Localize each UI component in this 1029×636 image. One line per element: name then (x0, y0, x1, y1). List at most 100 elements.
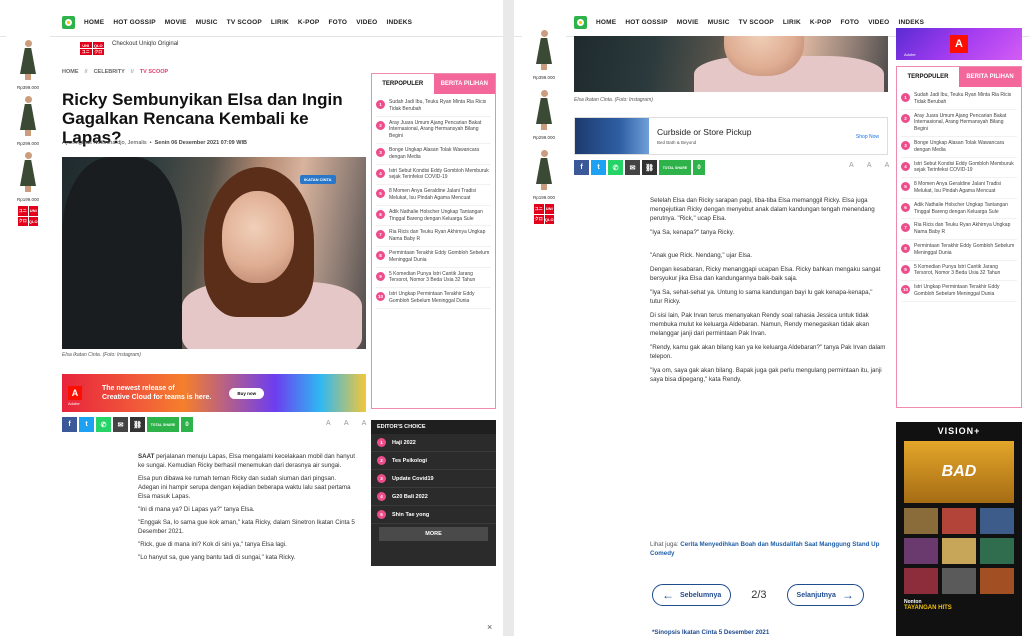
product-rail-ad[interactable]: Rp399.000 Rp299.000 Rp199.000 ユニ UNI クロ QL… (522, 30, 566, 268)
tab-berita-pilihan[interactable]: BERITA PILIHAN (959, 67, 1021, 87)
product-item[interactable]: Rp199.000 (11, 152, 45, 202)
nav-kpop[interactable]: K-POP (810, 19, 832, 26)
editors-choice-item[interactable]: 4 G20 Bali 2022 (371, 488, 496, 506)
product-item[interactable]: Rp399.000 (11, 40, 45, 90)
facebook-share-icon[interactable]: f (62, 417, 77, 432)
twitter-share-icon[interactable]: t (79, 417, 94, 432)
breadcrumb: HOME//CELEBRITY//TV SCOOP (62, 69, 169, 75)
next-page-button[interactable]: Selanjutnya → (786, 584, 864, 606)
nav-kpop[interactable]: K-POP (298, 19, 320, 26)
twitter-share-icon[interactable]: t (591, 160, 606, 175)
site-logo[interactable] (62, 15, 75, 29)
uniqlo-logo[interactable]: ユニ UNI クロ QLO (18, 206, 38, 226)
product-item[interactable]: Rp299.000 (527, 90, 561, 140)
popular-item-title: Adik Nathalie Holscher Ungkap Tantangan … (914, 201, 1008, 215)
product-price: Rp299.000 (16, 141, 40, 146)
nav-home[interactable]: HOME (596, 19, 616, 26)
rank-badge: 7 (901, 223, 910, 233)
nav-movie[interactable]: MOVIE (165, 19, 187, 26)
popular-list-item[interactable]: 6 Adik Nathalie Holscher Ungkap Tantangan… (376, 206, 491, 227)
editors-choice-item[interactable]: 2 Tes Psikologi (371, 452, 496, 470)
email-share-icon[interactable]: ✉ (625, 160, 640, 175)
breadcrumb-celebrity[interactable]: CELEBRITY (94, 69, 125, 75)
article-photo: IKATAN CINTA (62, 157, 366, 349)
breadcrumb-home[interactable]: HOME (62, 69, 79, 75)
site-logo[interactable] (574, 15, 587, 29)
copy-link-icon[interactable]: ⛓ (642, 160, 657, 175)
nav-foto[interactable]: FOTO (328, 19, 347, 26)
copy-link-icon[interactable]: ⛓ (130, 417, 145, 432)
popular-list-item[interactable]: 8 Permintaan Terakhir Eddy Gombloh Sebelu… (376, 247, 491, 268)
popular-item-title: Ria Ricis dan Teuku Ryan Akhirnya Ungkap… (914, 222, 1011, 236)
popular-list-item[interactable]: 2 Aray Juara Umum Ajang Pencarian Bakat I… (376, 117, 491, 144)
editors-choice-item[interactable]: 1 Haji 2022 (371, 434, 496, 452)
popular-list-item[interactable]: 1 Sudah Jadi Ibu, Teuku Ryan Minta Ria Ri… (901, 89, 1017, 110)
email-share-icon[interactable]: ✉ (113, 417, 128, 432)
tab-berita-pilihan[interactable]: BERITA PILIHAN (433, 74, 495, 94)
more-button[interactable]: MORE (379, 527, 488, 541)
popular-list-item[interactable]: 2 Aray Juara Umum Ajang Pencarian Bakat I… (901, 110, 1017, 137)
font-size-controls[interactable]: A A A (849, 162, 895, 169)
nav-hot-gossip[interactable]: HOT GOSSIP (625, 19, 667, 26)
rank-badge: 2 (376, 120, 385, 130)
popular-list-item[interactable]: 5 8 Momen Anya Geraldine Jalani Tradisi M… (901, 178, 1017, 199)
nav-tv-scoop[interactable]: TV SCOOP (227, 19, 262, 26)
uniqlo-logo[interactable]: ユニ UNI クロ QLO (534, 204, 554, 224)
nav-movie[interactable]: MOVIE (677, 19, 699, 26)
popular-list-item[interactable]: 3 Bonge Ungkap Alasan Tolak Wawancara den… (376, 144, 491, 165)
vision-plus-ad[interactable]: VISION+ BAD Nonton TAYANGAN HITS (896, 422, 1022, 636)
editors-choice-item[interactable]: 3 Update Covid19 (371, 470, 496, 488)
nav-video[interactable]: VIDEO (868, 19, 889, 26)
popular-list-item[interactable]: 5 8 Momen Anya Geraldine Jalani Tradisi M… (376, 185, 491, 206)
nav-indeks[interactable]: INDEKS (386, 19, 412, 26)
popular-list-item[interactable]: 7 Ria Ricis dan Teuku Ryan Akhirnya Ungka… (901, 219, 1017, 240)
nav-music[interactable]: MUSIC (708, 19, 730, 26)
popular-list-item[interactable]: 8 Permintaan Terakhir Eddy Gombloh Sebelu… (901, 240, 1017, 261)
whatsapp-share-icon[interactable]: ✆ (96, 417, 111, 432)
popular-list-item[interactable]: 9 5 Komedian Punya Istri Cantik Jarang Te… (376, 268, 491, 289)
close-icon[interactable]: × (487, 622, 492, 632)
tab-terpopuler[interactable]: TERPOPULER (897, 67, 959, 87)
previous-page-button[interactable]: ← Sebelumnya (652, 584, 732, 606)
popular-list-item[interactable]: 3 Bonge Ungkap Alasan Tolak Wawancara den… (901, 137, 1017, 158)
buy-now-button[interactable]: Buy now (229, 387, 265, 399)
nav-foto[interactable]: FOTO (840, 19, 859, 26)
adobe-banner-ad[interactable]: A Adobe The newest release of Creative C… (62, 374, 366, 412)
rank-badge: 10 (376, 292, 385, 302)
uniqlo-small-logo[interactable]: UNI QLO ユニ クロ (80, 42, 104, 55)
rank-badge: 1 (901, 93, 910, 102)
shop-now-link[interactable]: Shop Now (856, 134, 879, 140)
popular-list-item[interactable]: 4 Istri Sebut Kondisi Eddy Gombloh Membur… (901, 158, 1017, 179)
nav-lirik[interactable]: LIRIK (271, 19, 289, 26)
product-rail-ad[interactable]: Rp399.000 Rp299.000 Rp199.000 ユニ UNI クロ QL… (6, 36, 50, 268)
popular-list-item[interactable]: 9 5 Komedian Punya Istri Cantik Jarang Te… (901, 261, 1017, 282)
rank-badge: 7 (376, 230, 385, 240)
checkout-uniqlo-link[interactable]: Checkout Uniqlo Original (112, 41, 178, 47)
tab-terpopuler[interactable]: TERPOPULER (372, 74, 434, 94)
author-name[interactable]: Ayuningtyas Notonihardjo, Jernalis (62, 140, 147, 146)
font-size-controls[interactable]: A A A (326, 420, 372, 427)
product-item[interactable]: Rp299.000 (11, 96, 45, 146)
nav-home[interactable]: HOME (84, 19, 104, 26)
nav-indeks[interactable]: INDEKS (898, 19, 924, 26)
nav-tv-scoop[interactable]: TV SCOOP (739, 19, 774, 26)
product-item[interactable]: Rp199.000 (527, 150, 561, 200)
popular-list-item[interactable]: 7 Ria Ricis dan Teuku Ryan Akhirnya Ungka… (376, 226, 491, 247)
breadcrumb-tv-scoop[interactable]: TV SCOOP (140, 69, 168, 75)
nav-music[interactable]: MUSIC (196, 19, 218, 26)
nav-hot-gossip[interactable]: HOT GOSSIP (113, 19, 155, 26)
nav-video[interactable]: VIDEO (356, 19, 377, 26)
popular-list-item[interactable]: 10 Istri Ungkap Permintaan Terakhir Eddy … (901, 281, 1017, 302)
popular-list-item[interactable]: 4 Istri Sebut Kondisi Eddy Gombloh Membur… (376, 165, 491, 186)
editors-choice-item[interactable]: 5 Shin Tae yong (371, 506, 496, 524)
popular-list-item[interactable]: 6 Adik Nathalie Holscher Ungkap Tantangan… (901, 199, 1017, 220)
popular-list-item[interactable]: 10 Istri Ungkap Permintaan Terakhir Eddy … (376, 288, 491, 309)
nav-lirik[interactable]: LIRIK (783, 19, 801, 26)
see-also-link[interactable]: Lihat juga: Cerita Menyedihkan Boah dan … (650, 540, 880, 558)
facebook-share-icon[interactable]: f (574, 160, 589, 175)
curbside-pickup-ad[interactable]: Curbside or Store Pickup Bed Bath & Beyo… (574, 117, 888, 155)
product-item[interactable]: Rp399.000 (527, 30, 561, 80)
whatsapp-share-icon[interactable]: ✆ (608, 160, 623, 175)
adobe-square-ad[interactable]: A Adobe (896, 28, 1022, 60)
popular-list-item[interactable]: 1 Sudah Jadi Ibu, Teuku Ryan Minta Ria Ri… (376, 96, 491, 117)
